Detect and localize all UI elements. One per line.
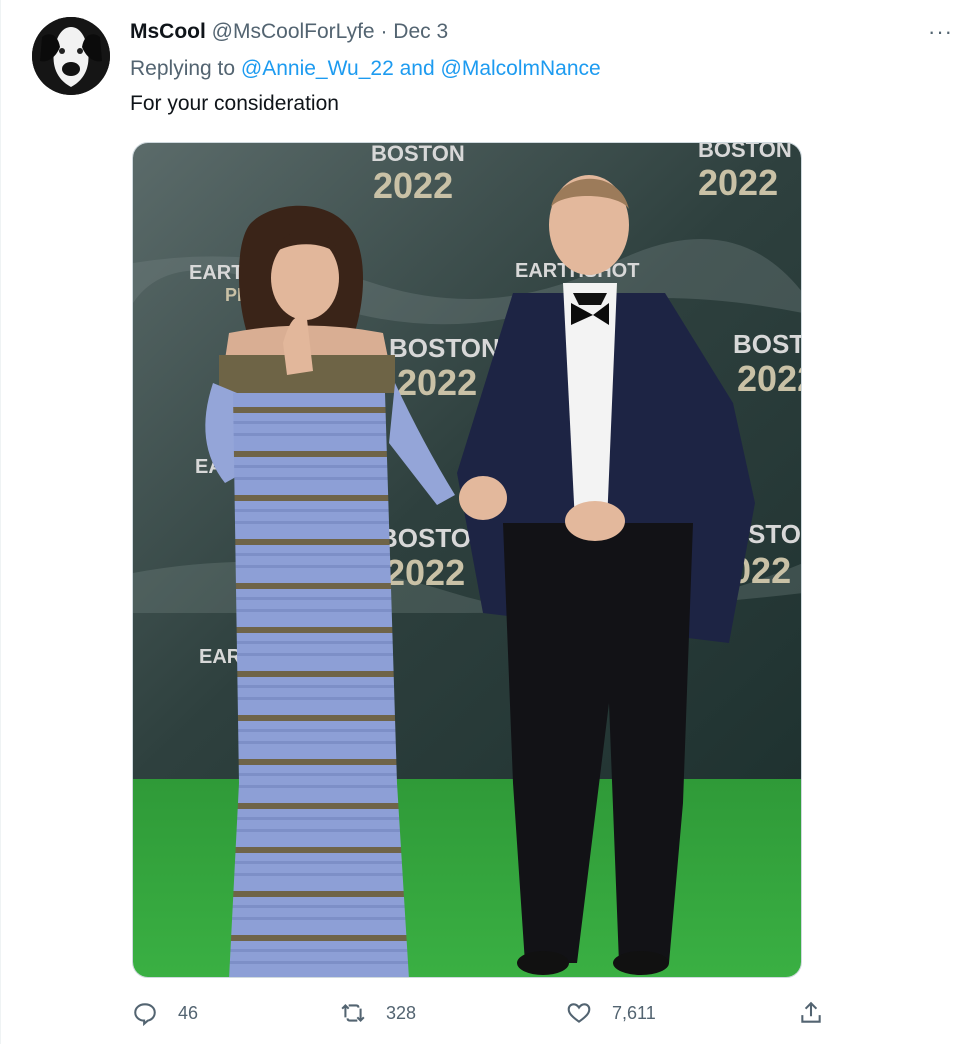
retweet-button[interactable]: 328: [340, 1000, 416, 1026]
more-dots-icon[interactable]: ···: [928, 21, 953, 43]
reply-button[interactable]: 46: [132, 1000, 198, 1026]
avatar[interactable]: [32, 17, 110, 95]
replying-prefix: Replying to: [130, 57, 236, 80]
share-upload-icon: [801, 1001, 821, 1023]
mention-joiner: and: [399, 57, 435, 80]
backdrop-word-boston-4: BOSTON: [733, 329, 802, 359]
share-button[interactable]: [798, 1000, 824, 1026]
tweet-header: MsCool @MsCoolForLyfe · Dec 3: [130, 20, 448, 44]
backdrop-word-boston-3: BOSTON: [389, 333, 500, 363]
backdrop-word-2022-3: 2022: [397, 362, 477, 403]
tweet-text: For your consideration: [130, 92, 339, 115]
tweet-photo[interactable]: BOSTON 2022 BOSTON 2022 EARTHSHOT PRIZE …: [132, 142, 802, 978]
heart-icon: [567, 1003, 591, 1023]
backdrop-word-2022-4: 2022: [737, 358, 802, 399]
mention-link-2[interactable]: @MalcolmNance: [441, 57, 601, 80]
replying-to-line: Replying to @Annie_Wu_22 and @MalcolmNan…: [130, 57, 601, 81]
display-name[interactable]: MsCool: [130, 20, 206, 43]
like-button[interactable]: 7,611: [566, 1000, 656, 1026]
backdrop-word-2022-5: 2022: [385, 552, 465, 593]
retweet-count: 328: [386, 1002, 417, 1023]
like-count: 7,611: [612, 1002, 656, 1023]
backdrop-word-boston-1: BOSTON: [371, 143, 465, 166]
timeline-border: [0, 0, 1, 1044]
event-photo: BOSTON 2022 BOSTON 2022 EARTHSHOT PRIZE …: [133, 143, 802, 977]
tweet-date[interactable]: Dec 3: [393, 20, 448, 43]
retweet-icon: [341, 1003, 365, 1023]
speech-bubble-icon: [134, 1003, 156, 1026]
header-separator: ·: [380, 20, 388, 43]
backdrop-word-boston-2: BOSTON: [698, 143, 792, 162]
reply-count: 46: [178, 1002, 199, 1023]
dog-avatar-image: [32, 17, 110, 95]
backdrop-word-2022-1: 2022: [373, 165, 453, 206]
user-handle[interactable]: @MsCoolForLyfe: [212, 20, 375, 43]
mention-link-1[interactable]: @Annie_Wu_22: [241, 57, 394, 80]
tweet-action-bar: 46 328 7,611: [0, 1000, 980, 1034]
backdrop-word-2022-2: 2022: [698, 162, 778, 203]
